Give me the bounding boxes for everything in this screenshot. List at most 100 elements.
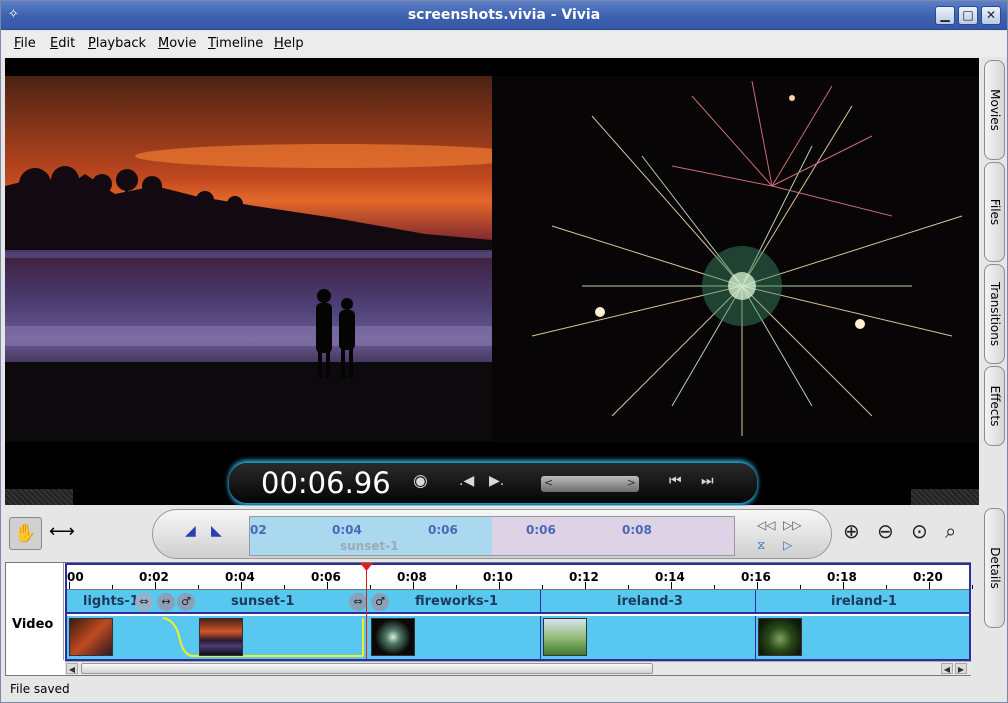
clip-ireland-1[interactable]: ireland-1 xyxy=(831,594,897,609)
zoom-in-icon[interactable]: ⊕ xyxy=(843,519,860,543)
thumb-sunset-1[interactable] xyxy=(199,618,243,656)
step-forward-icon[interactable]: ▶. xyxy=(489,473,504,489)
menu-edit[interactable]: Edit xyxy=(50,36,75,51)
maximize-button[interactable]: □ xyxy=(958,6,978,25)
ruler-tick xyxy=(585,582,586,589)
playback-controls: 00:06.96 ◉ .◀ ▶. < > ⏮ ⏭ xyxy=(229,463,757,503)
menu-timeline[interactable]: Timeline xyxy=(208,36,263,51)
ruler-tick xyxy=(843,582,844,589)
transition-move-icon[interactable]: ↔ xyxy=(157,593,175,611)
tab-details[interactable]: Details xyxy=(984,508,1005,628)
timeline-navigator[interactable]: ◢ ◣ 02 0:04 0:06 0:06 0:08 sunset-1 ◁◁ ▷… xyxy=(152,509,832,559)
clip-divider xyxy=(755,590,756,612)
sunset-frame xyxy=(5,76,492,442)
side-tabs: Movies Files Transitions Effects Details xyxy=(981,58,1007,698)
zoom-fit-icon[interactable]: ⊙ xyxy=(911,519,928,543)
track-labels: Video xyxy=(6,563,64,660)
tab-effects[interactable]: Effects xyxy=(984,366,1005,446)
thumbnail-row[interactable] xyxy=(67,616,969,659)
nav-tick: 0:06 xyxy=(428,523,458,537)
scrollbar-thumb[interactable] xyxy=(81,663,653,674)
menu-bar: File Edit Playback Movie Timeline Help xyxy=(1,31,1007,57)
scroll-right-icon[interactable]: ▶ xyxy=(955,663,967,674)
ruler-tick xyxy=(628,585,629,589)
ruler-tick xyxy=(456,585,457,589)
tab-files[interactable]: Files xyxy=(984,162,1005,262)
minimize-button[interactable]: ▁ xyxy=(935,6,955,25)
navigator-ruler[interactable]: 02 0:04 0:06 0:06 0:08 sunset-1 xyxy=(249,516,735,556)
fireworks-frame xyxy=(492,76,979,442)
ruler-tick xyxy=(542,585,543,589)
step-back-icon[interactable]: .◀ xyxy=(459,473,474,489)
timeline-scrollbar[interactable]: ◀ ◀ ▶ xyxy=(65,661,971,675)
ruler-tick xyxy=(671,582,672,589)
clip-ireland-3[interactable]: ireland-3 xyxy=(617,594,683,609)
title-bar[interactable]: ✧ screenshots.vivia - Vivia ▁ □ ✕ xyxy=(1,1,1007,30)
ruler-label: 0:10 xyxy=(483,570,513,584)
ruler-tick xyxy=(112,585,113,589)
ruler-label: 0:08 xyxy=(397,570,427,584)
ruler-tick xyxy=(714,585,715,589)
tab-transitions[interactable]: Transitions xyxy=(984,264,1005,364)
ruler-label: 0:06 xyxy=(311,570,341,584)
ruler-label: 0:20 xyxy=(913,570,943,584)
skip-end-icon[interactable]: ⏭ xyxy=(701,473,714,489)
ruler-tick xyxy=(69,582,70,589)
ruler-tick xyxy=(886,585,887,589)
nav-tick: 02 xyxy=(250,523,267,537)
ruler-tick xyxy=(757,582,758,589)
viewer-corner-left xyxy=(5,489,73,505)
ruler-label: 0:16 xyxy=(741,570,771,584)
timeline-area[interactable]: 00 0:02 0:04 0:06 0:08 0:10 0:12 0:14 0:… xyxy=(65,563,973,661)
thumb-fireworks-1[interactable] xyxy=(371,618,415,656)
nav-zoom-out-range-icon[interactable]: ▷ xyxy=(783,538,792,552)
scroll-left-icon[interactable]: ◀ xyxy=(941,663,953,674)
nav-right-marker-icon[interactable]: ◣ xyxy=(211,523,222,539)
nav-forward-icon[interactable]: ▷▷ xyxy=(783,518,801,532)
ruler-tick xyxy=(284,585,285,589)
zoom-out-icon[interactable]: ⊖ xyxy=(877,519,894,543)
menu-playback[interactable]: Playback xyxy=(88,36,146,51)
thumb-ireland-1[interactable] xyxy=(758,618,802,656)
nav-rewind-icon[interactable]: ◁◁ xyxy=(757,518,775,532)
scroll-left-icon[interactable]: ◀ xyxy=(66,663,78,674)
skip-start-icon[interactable]: ⏮ xyxy=(669,473,682,489)
timeline-panel: Video 00 0:02 0:04 0:06 0:08 0:10 0:12 0… xyxy=(5,562,973,676)
move-tool-icon[interactable]: ⟷ xyxy=(49,521,75,542)
menu-file[interactable]: File xyxy=(14,36,36,51)
close-button[interactable]: ✕ xyxy=(981,6,1001,25)
zoom-select-icon[interactable]: ⌕ xyxy=(945,519,956,543)
transition-icon[interactable]: ♂ xyxy=(371,593,389,611)
hand-tool-icon[interactable]: ✋ xyxy=(9,517,42,550)
clip-lights-1[interactable]: lights-1 xyxy=(83,594,139,609)
status-bar: File saved xyxy=(1,678,1007,702)
ruler-tick xyxy=(155,582,156,589)
thumb-lights-1[interactable] xyxy=(69,618,113,656)
nav-left-marker-icon[interactable]: ◢ xyxy=(185,523,196,539)
play-icon[interactable]: ◉ xyxy=(413,471,428,491)
ruler-label: 0:18 xyxy=(827,570,857,584)
playhead[interactable] xyxy=(360,563,373,659)
video-preview[interactable]: 00:06.96 ◉ .◀ ▶. < > ⏮ ⏭ xyxy=(5,58,979,505)
ruler-tick xyxy=(929,582,930,589)
menu-movie[interactable]: Movie xyxy=(158,36,196,51)
nav-zoom-in-range-icon[interactable]: ⧖ xyxy=(757,538,765,553)
ruler-tick xyxy=(198,585,199,589)
ruler-tick xyxy=(327,582,328,589)
clip-fireworks-1[interactable]: fireworks-1 xyxy=(415,594,498,609)
timecode-display: 00:06.96 xyxy=(261,466,391,500)
clip-sunset-1[interactable]: sunset-1 xyxy=(231,594,294,609)
thumb-ireland-3[interactable] xyxy=(543,618,587,656)
menu-help[interactable]: Help xyxy=(274,36,304,51)
ruler-label: 0:14 xyxy=(655,570,685,584)
tab-movies[interactable]: Movies xyxy=(984,60,1005,160)
transition-icon[interactable]: ♂ xyxy=(177,593,195,611)
clip-name-row[interactable]: lights-1 ⇔ ↔ ♂ sunset-1 ⇔ ♂ fireworks-1 … xyxy=(67,590,969,614)
playhead-marker-icon[interactable] xyxy=(360,563,373,571)
clip-divider xyxy=(540,590,541,612)
window-title: screenshots.vivia - Vivia xyxy=(407,7,601,23)
transition-handle-icon[interactable]: ⇔ xyxy=(135,593,153,611)
time-ruler[interactable]: 00 0:02 0:04 0:06 0:08 0:10 0:12 0:14 0:… xyxy=(67,565,973,590)
jog-slider[interactable]: < > xyxy=(541,476,639,492)
transition-handle-icon[interactable]: ⇔ xyxy=(349,593,367,611)
